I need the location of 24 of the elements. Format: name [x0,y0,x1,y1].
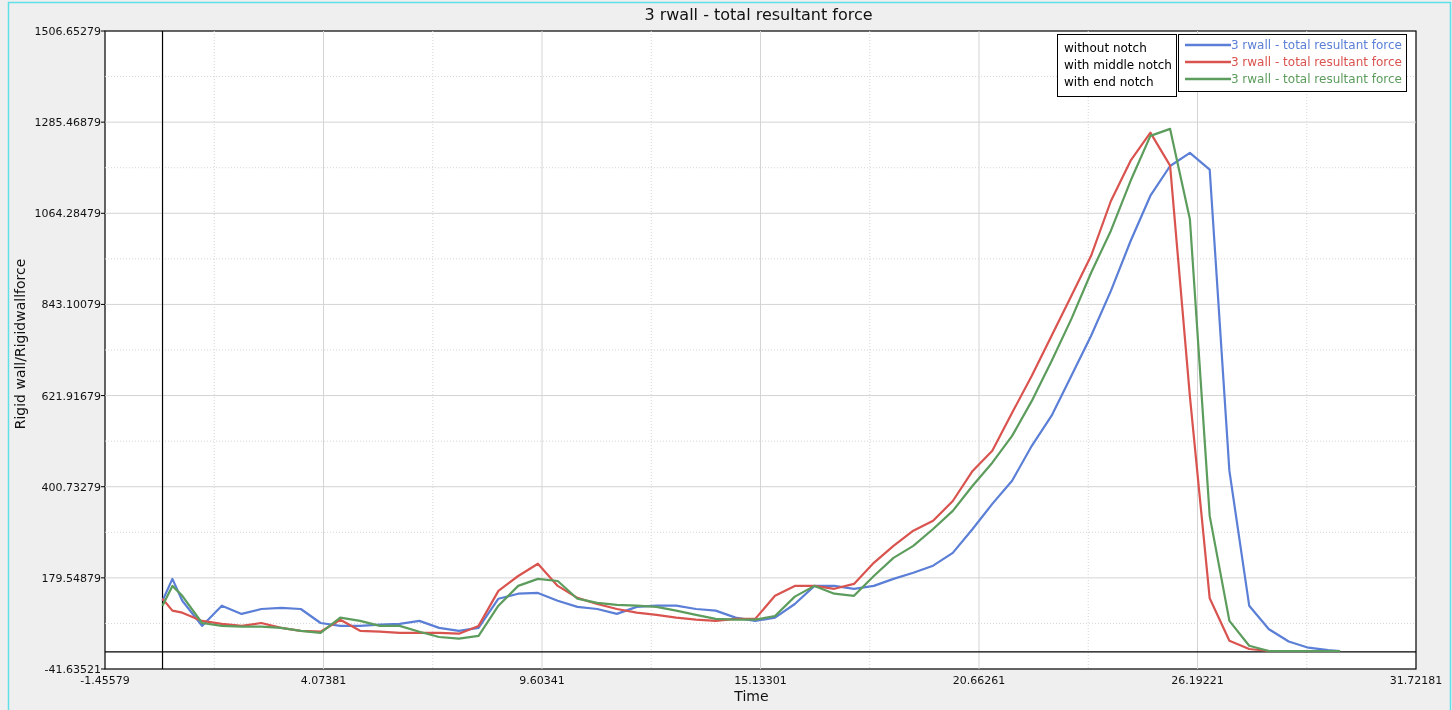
y-tick-label: 179.54879 [41,571,101,585]
y-tick-label: 621.91679 [41,389,101,403]
legend-note: without notch [1064,41,1147,55]
y-axis-label: Rigid wall/Rigidwallforce [12,258,28,430]
legend-label: 3 rwall - total resultant force [1230,38,1402,52]
y-tick-label: 400.73279 [41,480,101,494]
x-tick-label: 26.19221 [1171,674,1224,687]
legend-label: 3 rwall - total resultant force [1230,55,1402,69]
chart-title: 3 rwall - total resultant force [644,5,873,24]
x-axis-label: Time [734,688,769,704]
legend-note: with end notch [1064,75,1154,89]
legend-note: with middle notch [1064,58,1172,72]
y-tick-label: 843.10079 [41,298,101,312]
x-tick-label: 4.07381 [300,674,347,687]
x-tick-label: 20.66261 [952,674,1006,687]
y-tick-label: -41.63521 [44,663,101,676]
y-tick-label: 1064.28479 [34,207,101,221]
x-tick-label: -1.45579 [80,674,130,687]
y-tick-label: 1506.65279 [34,25,101,38]
legend-label: 3 rwall - total resultant force [1230,72,1402,86]
x-tick-label: 15.13301 [734,674,787,687]
x-tick-label: 9.60341 [519,674,565,687]
x-tick-label: 31.72181 [1389,674,1443,687]
y-tick-label: 1285.46879 [34,116,101,130]
